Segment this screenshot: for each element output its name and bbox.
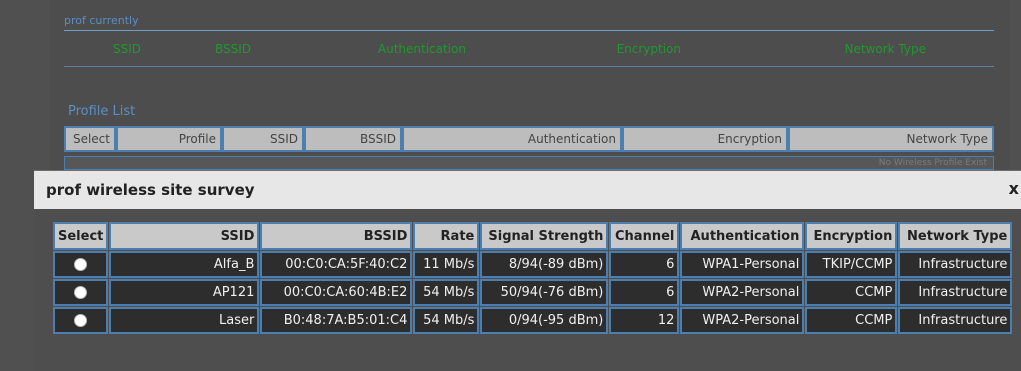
col-authentication: Authentication	[680, 222, 805, 250]
dialog-title: prof wireless site survey	[46, 181, 255, 199]
rate-cell: 54 Mb/s	[413, 307, 480, 334]
network-type-cell: Infrastructure	[898, 307, 1013, 334]
current-section-title: prof currently	[64, 14, 139, 27]
current-col-bssid: BSSID	[214, 42, 251, 56]
current-col-authentication: Authentication	[377, 42, 466, 56]
table-row[interactable]: AP121 00:C0:CA:60:4B:E2 54 Mb/s 50/94(-7…	[53, 279, 1013, 306]
network-type-cell: Infrastructure	[898, 279, 1013, 306]
col-select: Select	[53, 222, 109, 250]
current-table-header: SSID BSSID Authentication Encryption Net…	[66, 38, 996, 60]
ssid-cell: Alfa_B	[109, 251, 260, 278]
col-ssid: SSID	[109, 222, 260, 250]
col-rate: Rate	[413, 222, 480, 250]
signal-cell: 0/94(-95 dBm)	[480, 307, 609, 334]
select-cell	[53, 251, 109, 278]
select-radio[interactable]	[74, 258, 88, 271]
auth-cell: WPA2-Personal	[680, 307, 805, 334]
current-section-divider	[64, 30, 994, 31]
network-type-cell: Infrastructure	[898, 251, 1013, 278]
signal-cell: 8/94(-89 dBm)	[480, 251, 609, 278]
bssid-cell: 00:C0:CA:60:4B:E2	[260, 279, 413, 306]
current-col-network-type: Network Type	[844, 42, 926, 56]
profile-col-profile: Profile	[116, 126, 222, 152]
col-encryption: Encryption	[805, 222, 898, 250]
select-radio[interactable]	[74, 286, 88, 299]
profile-list-title: Profile List	[68, 104, 136, 119]
col-network-type: Network Type	[898, 222, 1013, 250]
profile-col-network-type: Network Type	[788, 126, 994, 152]
table-row[interactable]: Alfa_B 00:C0:CA:5F:40:C2 11 Mb/s 8/94(-8…	[53, 251, 1013, 278]
bssid-cell: B0:48:7A:B5:01:C4	[260, 307, 413, 334]
col-bssid: BSSID	[260, 222, 413, 250]
ssid-cell: Laser	[109, 307, 260, 334]
table-row[interactable]: Laser B0:48:7A:B5:01:C4 54 Mb/s 0/94(-95…	[53, 307, 1013, 334]
signal-cell: 50/94(-76 dBm)	[480, 279, 609, 306]
current-col-encryption: Encryption	[616, 42, 681, 56]
channel-cell: 6	[609, 251, 680, 278]
dialog-header: prof wireless site survey x	[34, 171, 1021, 209]
profile-col-encryption: Encryption	[622, 126, 788, 152]
profile-list-empty-row: No Wireless Profile Exist	[64, 156, 994, 170]
rate-cell: 54 Mb/s	[413, 279, 480, 306]
ssid-cell: AP121	[109, 279, 260, 306]
profile-col-ssid: SSID	[222, 126, 304, 152]
current-col-ssid: SSID	[112, 42, 141, 56]
site-survey-dialog: prof wireless site survey x Select SSID …	[34, 170, 1021, 371]
select-cell	[53, 307, 109, 334]
profile-list-header: Select Profile SSID BSSID Authentication…	[64, 126, 994, 152]
close-icon[interactable]: x	[1009, 179, 1019, 198]
select-radio[interactable]	[74, 314, 88, 327]
profile-col-bssid: BSSID	[304, 126, 402, 152]
col-channel: Channel	[609, 222, 680, 250]
auth-cell: WPA2-Personal	[680, 279, 805, 306]
profile-col-select: Select	[64, 126, 116, 152]
rate-cell: 11 Mb/s	[413, 251, 480, 278]
current-section-bottom-line	[64, 66, 994, 67]
auth-cell: WPA1-Personal	[680, 251, 805, 278]
site-survey-table: Select SSID BSSID Rate Signal Strength C…	[52, 221, 1013, 335]
encryption-cell: CCMP	[805, 307, 898, 334]
table-header-row: Select SSID BSSID Rate Signal Strength C…	[53, 222, 1013, 250]
channel-cell: 6	[609, 279, 680, 306]
select-cell	[53, 279, 109, 306]
channel-cell: 12	[609, 307, 680, 334]
profile-col-authentication: Authentication	[402, 126, 622, 152]
col-signal-strength: Signal Strength	[480, 222, 609, 250]
encryption-cell: TKIP/CCMP	[805, 251, 898, 278]
bssid-cell: 00:C0:CA:5F:40:C2	[260, 251, 413, 278]
encryption-cell: CCMP	[805, 279, 898, 306]
